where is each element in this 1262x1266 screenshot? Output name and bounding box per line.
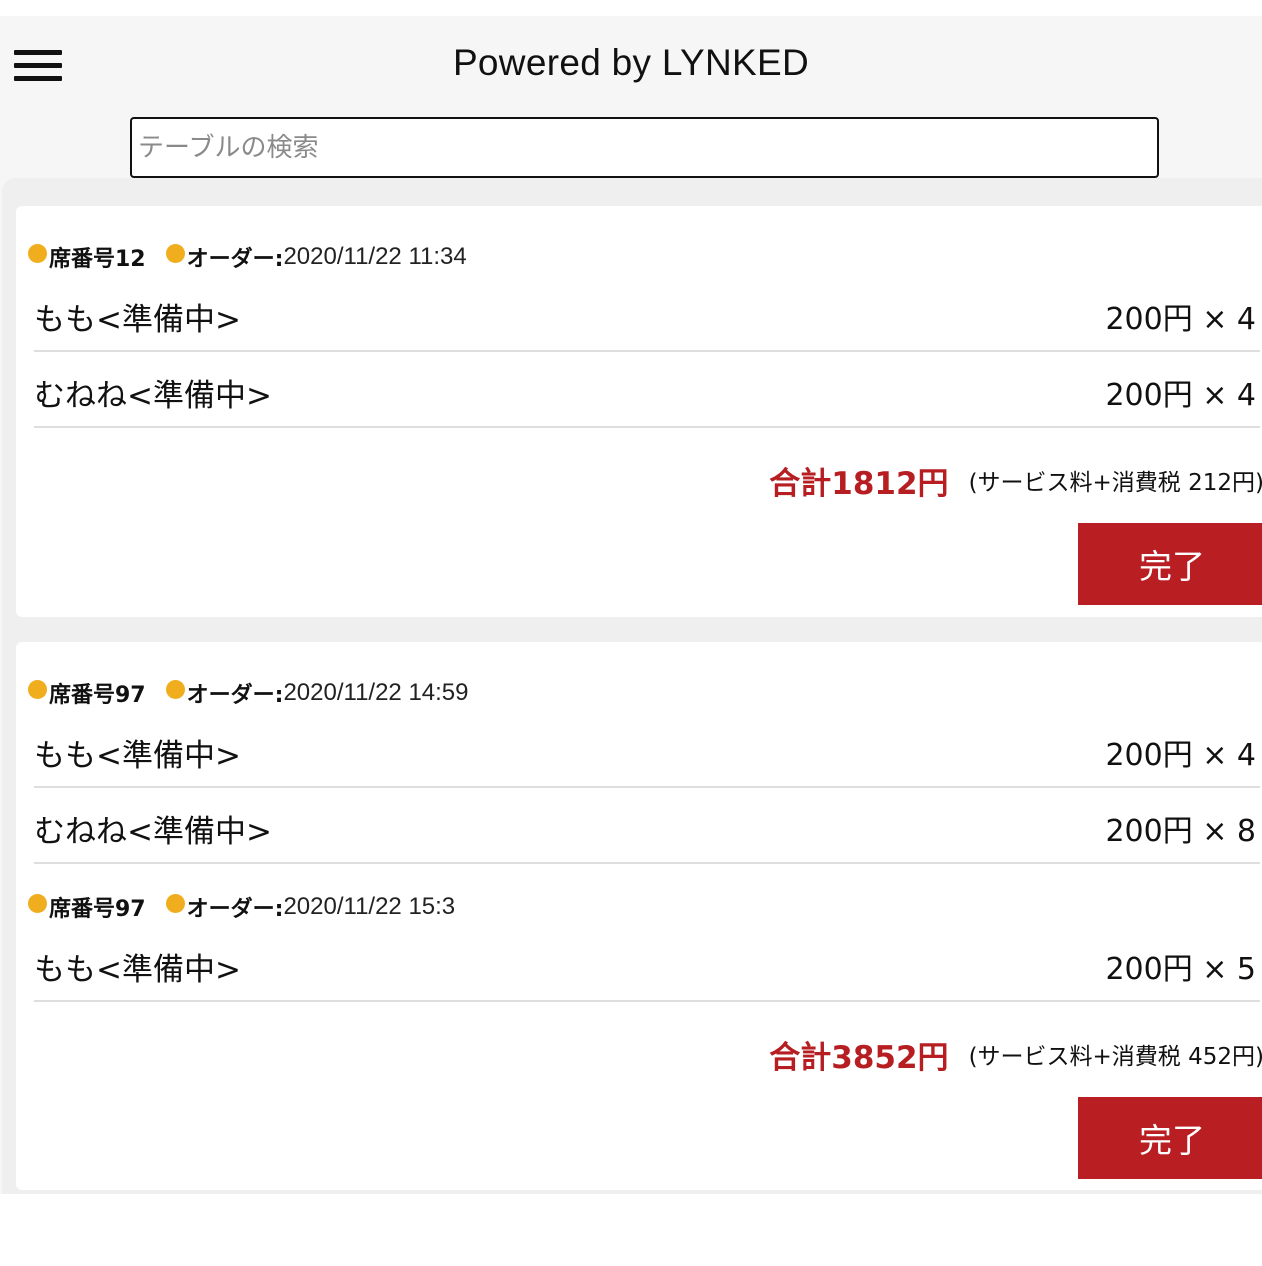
- order-label: オーダー:: [186, 247, 284, 272]
- seat-number: 席番号12: [49, 247, 146, 272]
- item-price: 200円 × 8: [1105, 814, 1256, 849]
- order-total: 合計3852円: [769, 1039, 949, 1076]
- order-list: 席番号12 オーダー: 2020/11/22 11:34 もも<準備中> 200…: [2, 178, 1262, 1194]
- total-row: 合計3852円 (サービス料+消費税 452円): [769, 1034, 1262, 1076]
- order-item: むねね<準備中> 200円 × 4: [34, 352, 1260, 428]
- order-header: 席番号12 オーダー: 2020/11/22 11:34: [28, 242, 467, 272]
- status-dot-icon: [165, 243, 185, 263]
- order-header: 席番号97 オーダー: 2020/11/22 14:59: [28, 678, 469, 708]
- seat-number: 席番号97: [49, 897, 146, 922]
- service-fee-note: (サービス料+消費税 452円): [968, 1044, 1262, 1070]
- order-item: むねね<準備中> 200円 × 8: [34, 788, 1260, 864]
- order-label: オーダー:: [186, 683, 284, 708]
- order-time: 2020/11/22 14:59: [283, 679, 469, 706]
- order-card: 席番号97 オーダー: 2020/11/22 14:59 もも<準備中> 200…: [16, 642, 1262, 1190]
- order-time: 2020/11/22 11:34: [283, 243, 467, 270]
- complete-button[interactable]: 完了: [1078, 523, 1262, 605]
- status-dot-icon: [28, 893, 47, 913]
- header: Powered by LYNKED: [0, 16, 1262, 116]
- app-screen: Powered by LYNKED 席番号12 オーダー: 2020/11/22…: [0, 16, 1262, 1194]
- item-name: もも<準備中>: [34, 952, 241, 988]
- item-price: 200円 × 4: [1105, 738, 1256, 773]
- order-item: もも<準備中> 200円 × 5: [34, 926, 1260, 1002]
- order-label: オーダー:: [186, 897, 284, 922]
- order-header: 席番号97 オーダー: 2020/11/22 15:3: [28, 892, 455, 922]
- status-dot-icon: [28, 679, 47, 699]
- item-name: もも<準備中>: [34, 738, 241, 774]
- status-dot-icon: [165, 893, 185, 913]
- item-name: むねね<準備中>: [34, 378, 272, 414]
- item-price: 200円 × 5: [1105, 952, 1256, 987]
- order-item: もも<準備中> 200円 × 4: [34, 276, 1260, 352]
- item-price: 200円 × 4: [1105, 302, 1256, 337]
- item-name: むねね<準備中>: [34, 814, 272, 850]
- status-dot-icon: [165, 679, 185, 699]
- page-title: Powered by LYNKED: [452, 42, 810, 83]
- order-time: 2020/11/22 15:3: [283, 893, 456, 920]
- service-fee-note: (サービス料+消費税 212円): [968, 470, 1262, 496]
- total-row: 合計1812円 (サービス料+消費税 212円): [769, 460, 1262, 502]
- order-item: もも<準備中> 200円 × 4: [34, 712, 1260, 788]
- order-card: 席番号12 オーダー: 2020/11/22 11:34 もも<準備中> 200…: [16, 206, 1262, 617]
- seat-number: 席番号97: [49, 683, 146, 708]
- status-dot-icon: [28, 243, 47, 263]
- table-search-input[interactable]: [130, 117, 1159, 178]
- complete-button[interactable]: 完了: [1078, 1097, 1262, 1179]
- item-name: もも<準備中>: [34, 302, 241, 338]
- order-total: 合計1812円: [769, 465, 949, 502]
- item-price: 200円 × 4: [1105, 378, 1256, 413]
